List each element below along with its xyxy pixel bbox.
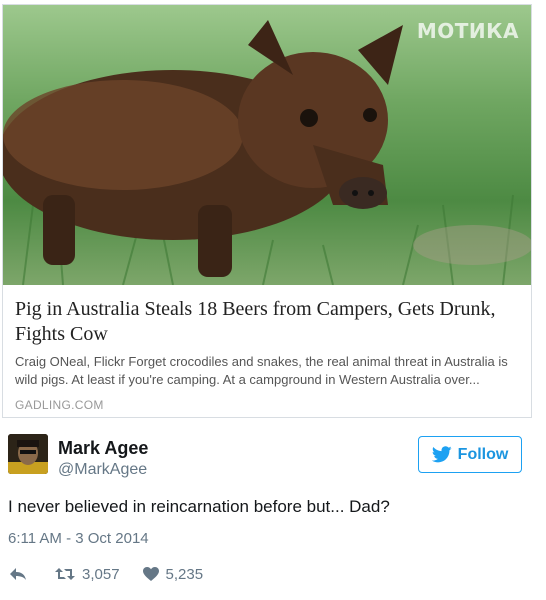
retweet-button[interactable]: 3,057 — [54, 566, 120, 583]
heart-icon — [142, 567, 159, 581]
card-description: Craig ONeal, Flickr Forget crocodiles an… — [15, 354, 508, 387]
tweet-timestamp[interactable]: 6:11 AM - 3 Oct 2014 — [8, 530, 149, 547]
retweet-icon — [55, 568, 75, 580]
user-handle[interactable]: @MarkAgee — [58, 461, 147, 479]
avatar[interactable] — [8, 434, 48, 474]
twitter-bird-icon — [431, 446, 452, 463]
like-button[interactable]: 5,235 — [142, 565, 204, 583]
link-preview-card[interactable]: МОТИКА Pig in Australia Steals 18 Beers … — [2, 4, 532, 418]
display-name[interactable]: Mark Agee — [58, 438, 148, 459]
tweet-text: I never believed in reincarnation before… — [8, 497, 390, 516]
retweet-count: 3,057 — [82, 565, 120, 583]
reply-icon — [10, 568, 26, 580]
card-image: МОТИКА — [3, 5, 531, 285]
tweet-actions: 3,057 5,235 — [8, 563, 203, 585]
card-domain: GADLING.COM — [15, 398, 104, 412]
follow-button[interactable]: Follow — [418, 436, 522, 473]
watermark-logo: МОТИКА — [416, 19, 519, 43]
reply-button[interactable] — [8, 566, 28, 582]
like-count: 5,235 — [165, 565, 204, 583]
wild-pig-image — [3, 20, 531, 285]
card-title[interactable]: Pig in Australia Steals 18 Beers from Ca… — [15, 297, 521, 347]
follow-label: Follow — [457, 445, 509, 463]
